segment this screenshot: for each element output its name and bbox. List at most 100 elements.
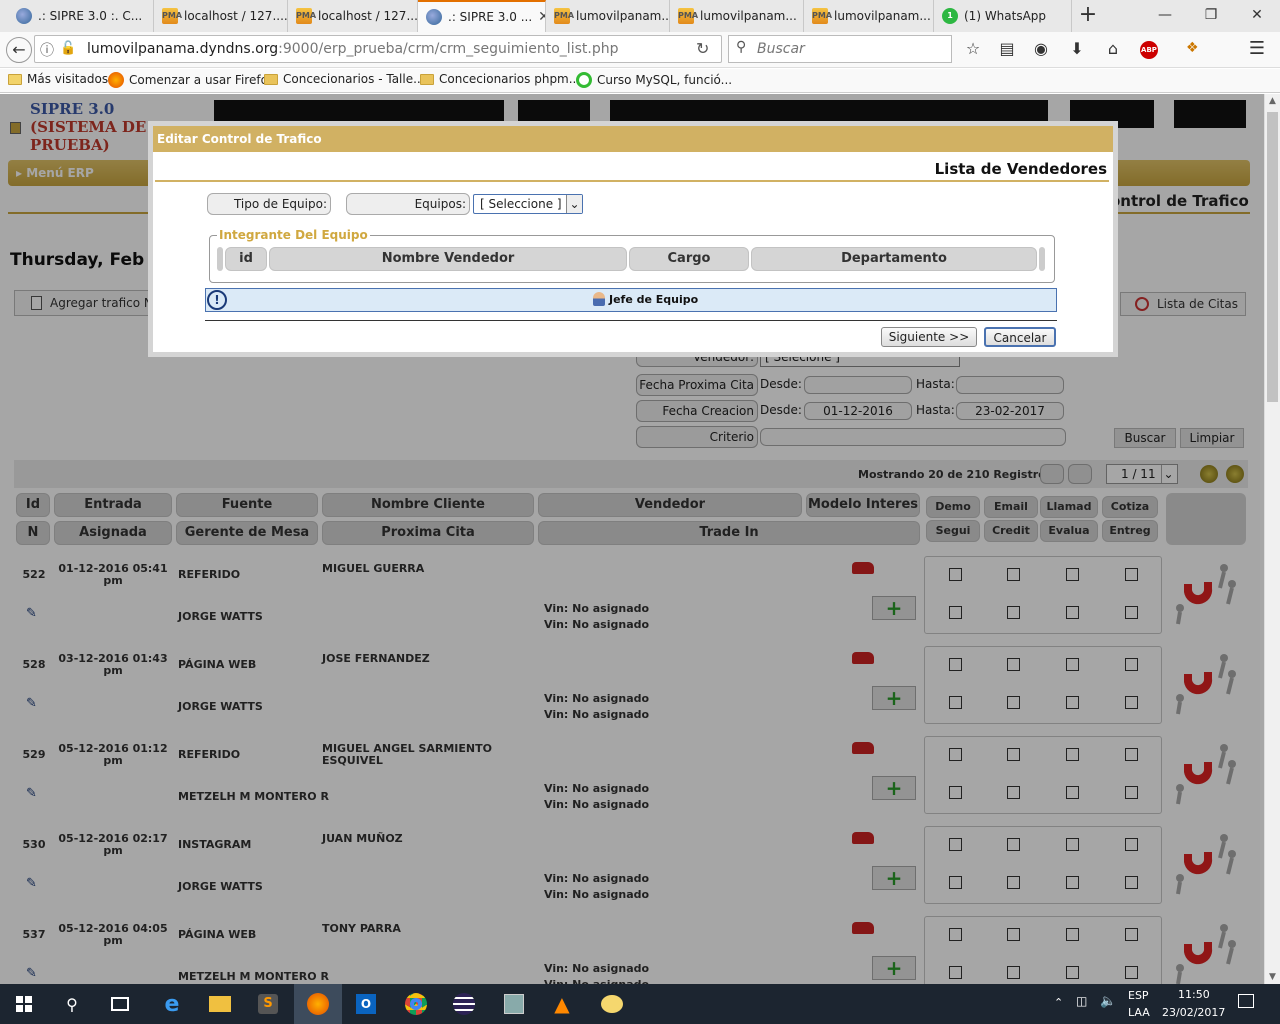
bookmark-label: Más visitados <box>27 72 109 86</box>
jefe-label-text: Jefe de Equipo <box>609 292 699 306</box>
input-language-variant: LAA <box>1128 1006 1150 1019</box>
tab-title: localhost / 127.... <box>318 9 418 23</box>
folder-icon <box>8 73 22 85</box>
close-tab-icon[interactable]: ✕ <box>538 9 545 25</box>
modal-title: Editar Control de Trafico <box>153 126 1113 152</box>
col-id: id <box>225 247 267 271</box>
extension-icon[interactable]: ❖ <box>1186 40 1199 56</box>
close-window-button[interactable]: ✕ <box>1234 0 1280 30</box>
tab-title: lumovilpanam... <box>576 9 670 23</box>
tab-title: localhost / 127.... <box>184 9 288 23</box>
browser-tab[interactable]: .: SIPRE 3.0 :. C... <box>8 0 154 32</box>
whatsapp-icon: 1 <box>942 8 958 24</box>
modal-divider <box>155 180 1109 182</box>
tipo-equipo-label: Tipo de Equipo: <box>207 193 331 215</box>
bookmark-firefox[interactable]: Comenzar a usar Firefox <box>108 72 275 88</box>
browser-tab[interactable]: .: SIPRE 3.0 ... ✕ <box>418 0 546 32</box>
tab-title: .: SIPRE 3.0 :. C... <box>38 9 143 23</box>
grid-edge <box>1039 247 1045 271</box>
bookmark-label: Concecionarios phpm... <box>439 72 581 86</box>
bookmark-label: Concecionarios - Talle... <box>283 72 425 86</box>
bookmark-label: Curso MySQL, funció... <box>597 73 733 87</box>
fieldset-legend: Integrante Del Equipo <box>217 228 370 242</box>
new-tab-button[interactable]: + <box>1074 3 1102 29</box>
start-icon[interactable] <box>0 984 48 1024</box>
chevron-down-icon: ⌄ <box>566 195 582 213</box>
browser-tab[interactable]: 1 (1) WhatsApp <box>934 0 1072 32</box>
browser-tab[interactable]: PMA localhost / 127.... <box>154 0 288 32</box>
app-icon[interactable] <box>588 984 636 1024</box>
vlc-icon[interactable]: ▲ <box>538 984 586 1024</box>
col-cargo: Cargo <box>629 247 749 271</box>
reading-list-icon[interactable]: ▤ <box>994 36 1020 62</box>
network-icon[interactable]: ◫ <box>1076 994 1087 1008</box>
search-icon: ⚲ <box>736 39 747 55</box>
browser-tab[interactable]: PMA lumovilpanam... <box>804 0 934 32</box>
url-path: :9000/erp_prueba/crm/crm_seguimiento_lis… <box>278 41 619 57</box>
edge-icon[interactable]: e <box>148 984 196 1024</box>
insecure-lock-icon: 🔓 <box>60 41 77 56</box>
outlook-icon[interactable]: O <box>342 984 390 1024</box>
firefox-taskbar-icon[interactable] <box>294 984 342 1024</box>
adblock-icon[interactable]: ABP <box>1140 41 1158 59</box>
bookmark-concecionarios-phpm[interactable]: Concecionarios phpm... <box>420 72 580 86</box>
siguiente-button[interactable]: Siguiente >> <box>881 327 977 347</box>
col-departamento: Departamento <box>751 247 1037 271</box>
sublime-icon[interactable]: S <box>244 984 292 1024</box>
eclipse-icon[interactable] <box>440 984 488 1024</box>
tab-title: (1) WhatsApp <box>964 9 1047 23</box>
chrome-icon[interactable] <box>392 984 440 1024</box>
scroll-down-icon[interactable]: ▼ <box>1269 972 1276 982</box>
user-icon <box>593 292 605 306</box>
phpmyadmin-icon: PMA <box>554 8 574 24</box>
taskbar-search-icon[interactable]: ⚲ <box>48 984 96 1024</box>
scroll-up-icon[interactable]: ▲ <box>1269 96 1276 106</box>
download-icon[interactable]: ⬇ <box>1064 36 1090 62</box>
tab-title: .: SIPRE 3.0 ... <box>448 10 533 24</box>
url-bar[interactable]: lumovilpanama.dyndns.org:9000/erp_prueba… <box>34 35 722 63</box>
url-host: lumovilpanama.dyndns.org <box>87 41 279 57</box>
clock-time[interactable]: 11:50 <box>1178 988 1210 1001</box>
bookmark-concecionarios-talle[interactable]: Concecionarios - Talle... <box>264 72 425 86</box>
task-view-icon[interactable] <box>96 984 144 1024</box>
folder-icon <box>264 73 278 85</box>
clock-date: 23/02/2017 <box>1162 1006 1226 1019</box>
scroll-thumb[interactable] <box>1267 112 1278 402</box>
minimize-button[interactable]: — <box>1142 0 1188 30</box>
browser-tab[interactable]: PMA lumovilpanam... <box>546 0 670 32</box>
tray-chevron-icon[interactable]: ⌃ <box>1054 996 1063 1009</box>
volume-icon[interactable]: 🔈 <box>1100 994 1116 1009</box>
phpmyadmin-icon: PMA <box>296 8 316 24</box>
home-icon[interactable]: ⌂ <box>1100 36 1126 62</box>
tab-title: lumovilpanam... <box>700 9 797 23</box>
page-scrollbar[interactable]: ▲ ▼ <box>1264 94 1280 984</box>
browser-tab[interactable]: PMA localhost / 127.... <box>288 0 418 32</box>
maximize-button[interactable]: ❐ <box>1188 0 1234 30</box>
info-icon[interactable]: ⓘ <box>40 40 54 60</box>
jefe-equipo-label: Jefe de Equipo <box>593 292 698 306</box>
equipos-value: [ Seleccione ] <box>480 197 562 211</box>
folder-icon <box>420 73 434 85</box>
file-explorer-icon[interactable] <box>196 984 244 1024</box>
search-input[interactable]: Buscar <box>728 35 952 63</box>
bookmark-star-icon[interactable]: ☆ <box>960 36 986 62</box>
equipos-select[interactable]: [ Seleccione ] ⌄ <box>473 194 583 214</box>
phpmyadmin-icon: PMA <box>678 8 698 24</box>
network-app-icon[interactable] <box>490 984 538 1024</box>
reload-icon[interactable]: ↻ <box>696 39 709 58</box>
modal-heading: Lista de Vendedores <box>934 160 1107 178</box>
bookmark-mas-visitados[interactable]: Más visitados <box>8 72 108 86</box>
globe-icon <box>16 8 32 24</box>
edit-traffic-modal: Editar Control de Trafico Lista de Vende… <box>148 121 1118 357</box>
input-language[interactable]: ESP <box>1128 989 1149 1002</box>
notifications-icon[interactable] <box>1238 994 1254 1008</box>
hamburger-menu-icon[interactable]: ☰ <box>1244 36 1270 62</box>
pocket-icon[interactable]: ◉ <box>1028 36 1054 62</box>
back-button[interactable]: ← <box>6 37 32 63</box>
equipos-label: Equipos: <box>346 193 470 215</box>
warning-icon: ! <box>207 290 227 310</box>
cancelar-button[interactable]: Cancelar <box>984 327 1056 347</box>
grid-edge <box>217 247 223 271</box>
bookmark-curso-mysql[interactable]: Curso MySQL, funció... <box>576 72 732 88</box>
browser-tab[interactable]: PMA lumovilpanam... <box>670 0 804 32</box>
